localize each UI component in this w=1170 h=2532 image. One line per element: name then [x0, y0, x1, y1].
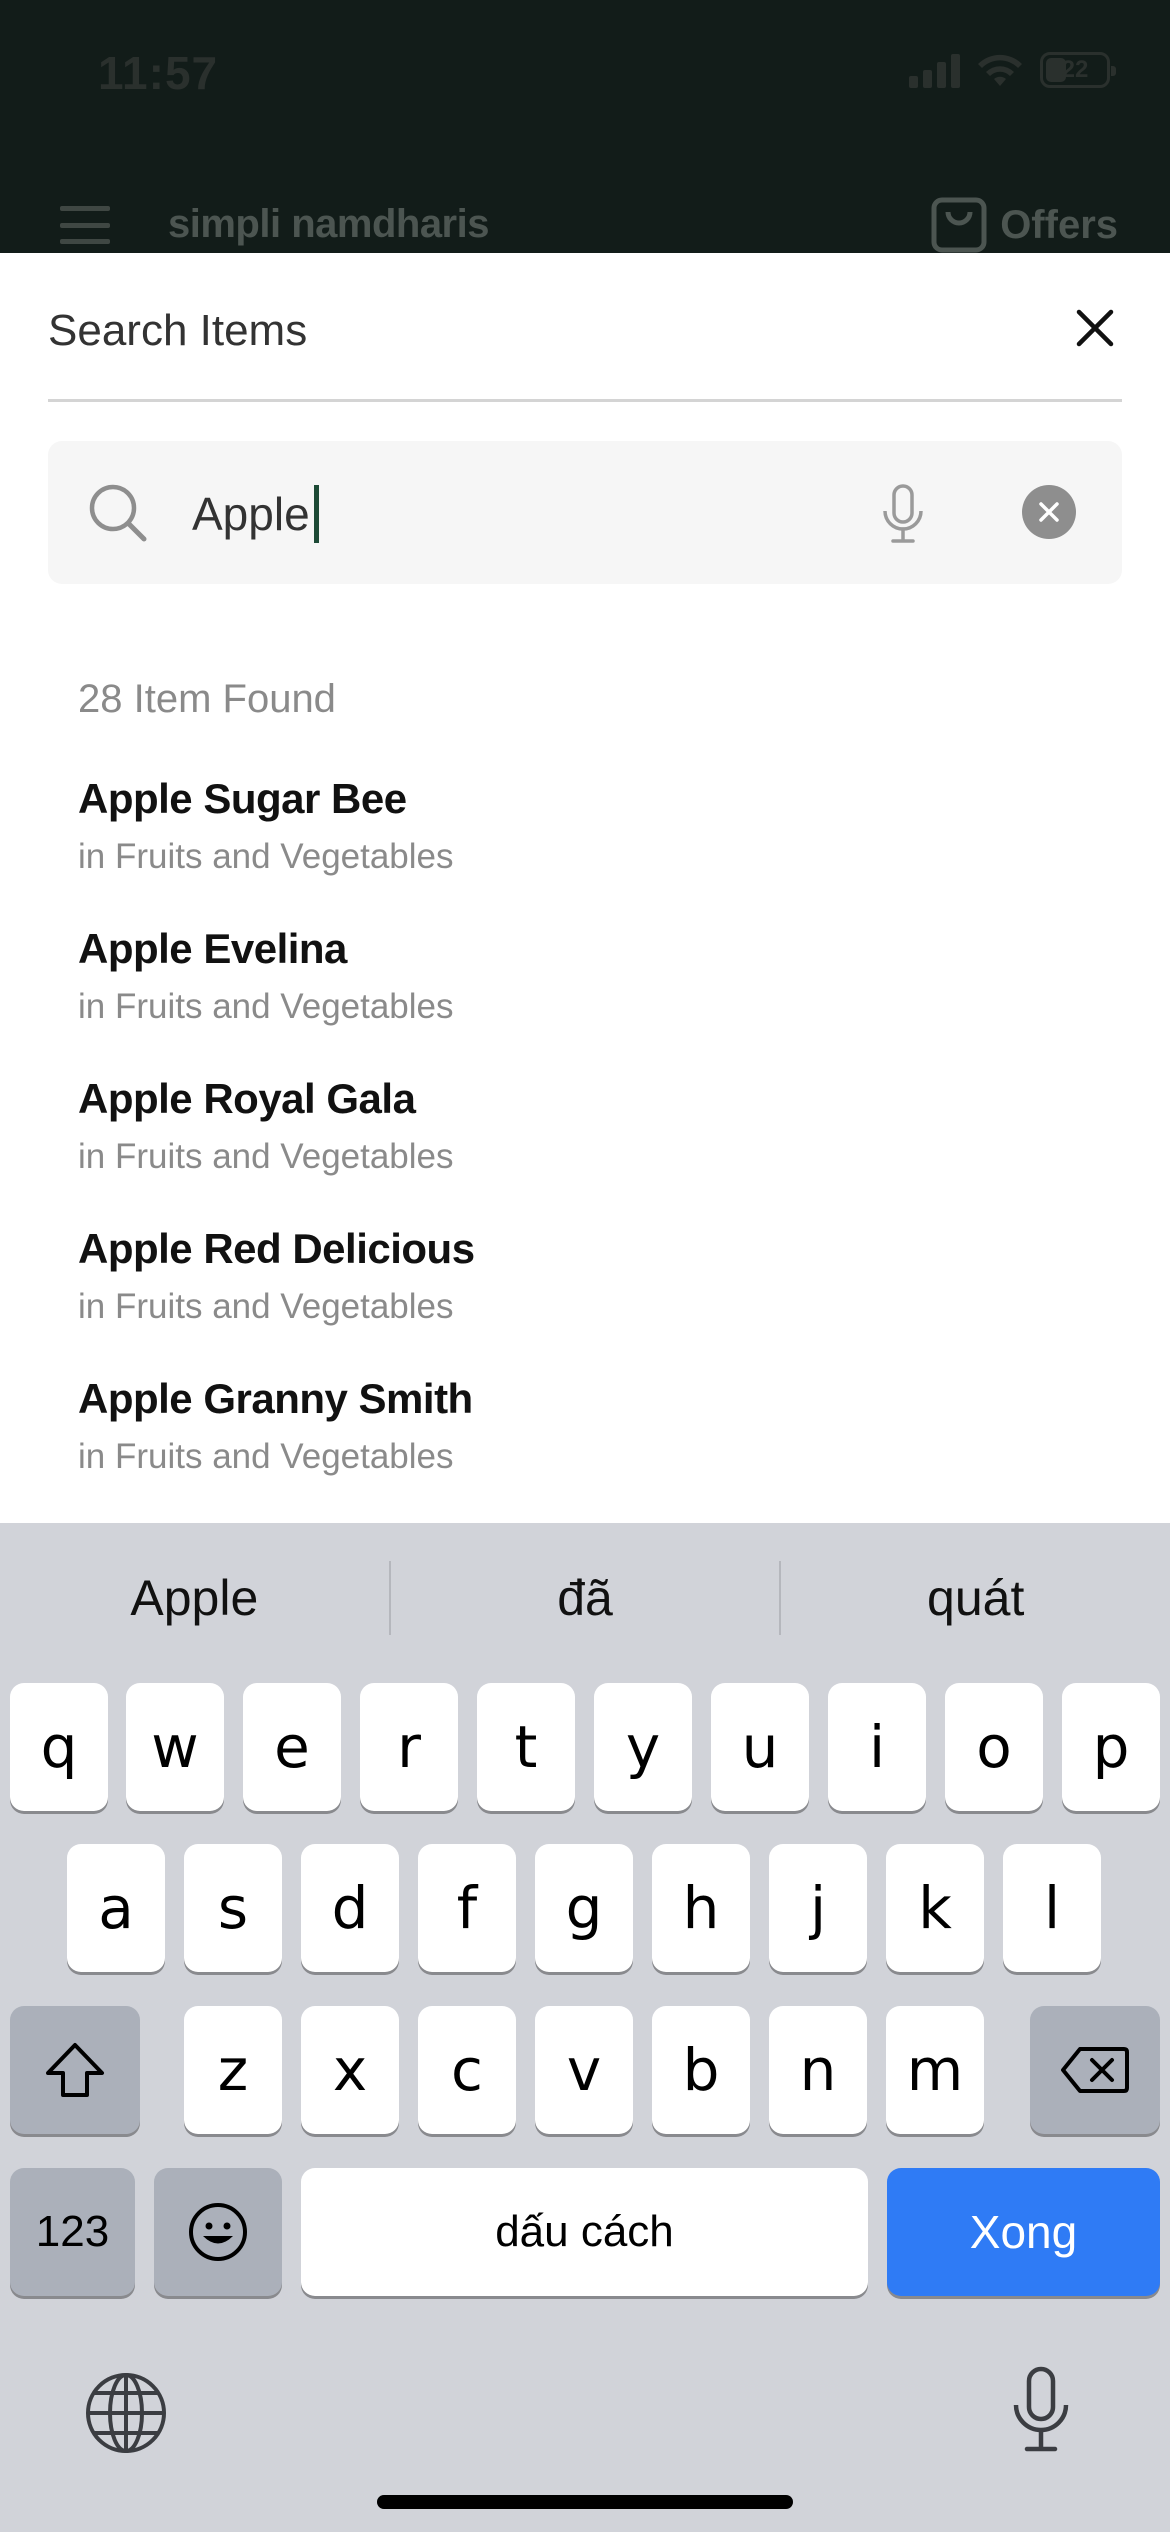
status-time: 11:57 — [98, 47, 219, 99]
search-box[interactable]: Apple — [48, 441, 1122, 584]
search-icon — [89, 484, 147, 542]
result-category: in Fruits and Vegetables — [78, 1287, 454, 1326]
search-sheet: Search Items Apple 28 Item Found Apple S… — [0, 253, 1170, 1523]
battery-icon: 22 — [1040, 52, 1116, 88]
key-u[interactable]: u — [711, 1683, 809, 1811]
key-q[interactable]: q — [10, 1683, 108, 1811]
result-name: Apple Evelina — [78, 925, 347, 972]
brand-name: simpli namdharis — [168, 202, 489, 246]
hamburger-icon[interactable] — [60, 206, 110, 244]
key-l[interactable]: l — [1003, 1844, 1101, 1972]
offers-button[interactable]: Offers — [930, 196, 1118, 254]
key-t[interactable]: t — [477, 1683, 575, 1811]
close-button[interactable] — [1070, 303, 1120, 353]
wifi-icon — [978, 54, 1022, 86]
key-d[interactable]: d — [301, 1844, 399, 1972]
result-item[interactable]: Apple Royal Gala in Fruits and Vegetable… — [78, 1069, 1078, 1219]
numbers-key[interactable]: 123 — [10, 2168, 135, 2296]
suggestion-item[interactable]: quát — [781, 1569, 1170, 1627]
bag-icon — [931, 197, 987, 253]
key-v[interactable]: v — [535, 2006, 633, 2134]
result-category: in Fruits and Vegetables — [78, 1137, 454, 1176]
result-category: in Fruits and Vegetables — [78, 837, 454, 876]
key-m[interactable]: m — [886, 2006, 984, 2134]
microphone-icon[interactable] — [880, 483, 926, 545]
app-header-background: 11:57 22 simpli namdharis Offers — [0, 0, 1170, 253]
results-list: Apple Sugar Bee in Fruits and Vegetables… — [78, 769, 1078, 1519]
key-k[interactable]: k — [886, 1844, 984, 1972]
key-j[interactable]: j — [769, 1844, 867, 1972]
key-n[interactable]: n — [769, 2006, 867, 2134]
offers-label: Offers — [1000, 202, 1118, 247]
result-name: Apple Red Delicious — [78, 1225, 475, 1272]
suggestion-item[interactable]: đã — [391, 1569, 780, 1627]
globe-icon[interactable] — [84, 2371, 168, 2455]
cellular-signal-icon — [909, 52, 960, 88]
battery-level: 22 — [1061, 56, 1089, 83]
key-x[interactable]: x — [301, 2006, 399, 2134]
key-s[interactable]: s — [184, 1844, 282, 1972]
key-b[interactable]: b — [652, 2006, 750, 2134]
key-z[interactable]: z — [184, 2006, 282, 2134]
result-name: Apple Royal Gala — [78, 1075, 416, 1122]
clear-search-button[interactable] — [1022, 485, 1076, 539]
key-y[interactable]: y — [594, 1683, 692, 1811]
close-icon — [1076, 309, 1114, 347]
key-a[interactable]: a — [67, 1844, 165, 1972]
suggestion-item[interactable]: Apple — [0, 1569, 389, 1627]
search-query: Apple — [192, 488, 310, 540]
sheet-title: Search Items — [48, 306, 308, 355]
key-i[interactable]: i — [828, 1683, 926, 1811]
emoji-icon — [189, 2203, 247, 2261]
key-h[interactable]: h — [652, 1844, 750, 1972]
space-key[interactable]: dấu cách — [301, 2168, 868, 2296]
result-name: Apple Granny Smith — [78, 1375, 473, 1422]
key-c[interactable]: c — [418, 2006, 516, 2134]
key-o[interactable]: o — [945, 1683, 1043, 1811]
result-item[interactable]: Apple Red Delicious in Fruits and Vegeta… — [78, 1219, 1078, 1369]
home-indicator — [377, 2495, 793, 2509]
emoji-key[interactable] — [154, 2168, 282, 2296]
shift-icon — [46, 2043, 104, 2097]
clear-icon — [1039, 502, 1059, 522]
shift-key[interactable] — [10, 2006, 140, 2134]
text-caret — [313, 485, 319, 543]
dictation-mic-icon[interactable] — [1010, 2365, 1072, 2455]
result-item[interactable]: Apple Evelina in Fruits and Vegetables — [78, 919, 1078, 1069]
suggestion-bar: Apple đã quát — [0, 1523, 1170, 1673]
title-divider — [48, 399, 1122, 402]
key-r[interactable]: r — [360, 1683, 458, 1811]
key-e[interactable]: e — [243, 1683, 341, 1811]
backspace-icon — [1061, 2047, 1129, 2093]
backspace-key[interactable] — [1030, 2006, 1160, 2134]
status-icons: 22 — [909, 52, 1116, 88]
result-name: Apple Sugar Bee — [78, 775, 407, 822]
result-item[interactable]: Apple Granny Smith in Fruits and Vegetab… — [78, 1369, 1078, 1519]
key-g[interactable]: g — [535, 1844, 633, 1972]
keyboard: Apple đã quát q w e r t y u i o p a s d … — [0, 1523, 1170, 2532]
results-count: 28 Item Found — [78, 677, 336, 721]
result-category: in Fruits and Vegetables — [78, 1437, 454, 1476]
key-f[interactable]: f — [418, 1844, 516, 1972]
search-input[interactable]: Apple — [192, 485, 319, 543]
result-item[interactable]: Apple Sugar Bee in Fruits and Vegetables — [78, 769, 1078, 919]
done-key[interactable]: Xong — [887, 2168, 1160, 2296]
result-category: in Fruits and Vegetables — [78, 987, 454, 1026]
key-p[interactable]: p — [1062, 1683, 1160, 1811]
key-w[interactable]: w — [126, 1683, 224, 1811]
